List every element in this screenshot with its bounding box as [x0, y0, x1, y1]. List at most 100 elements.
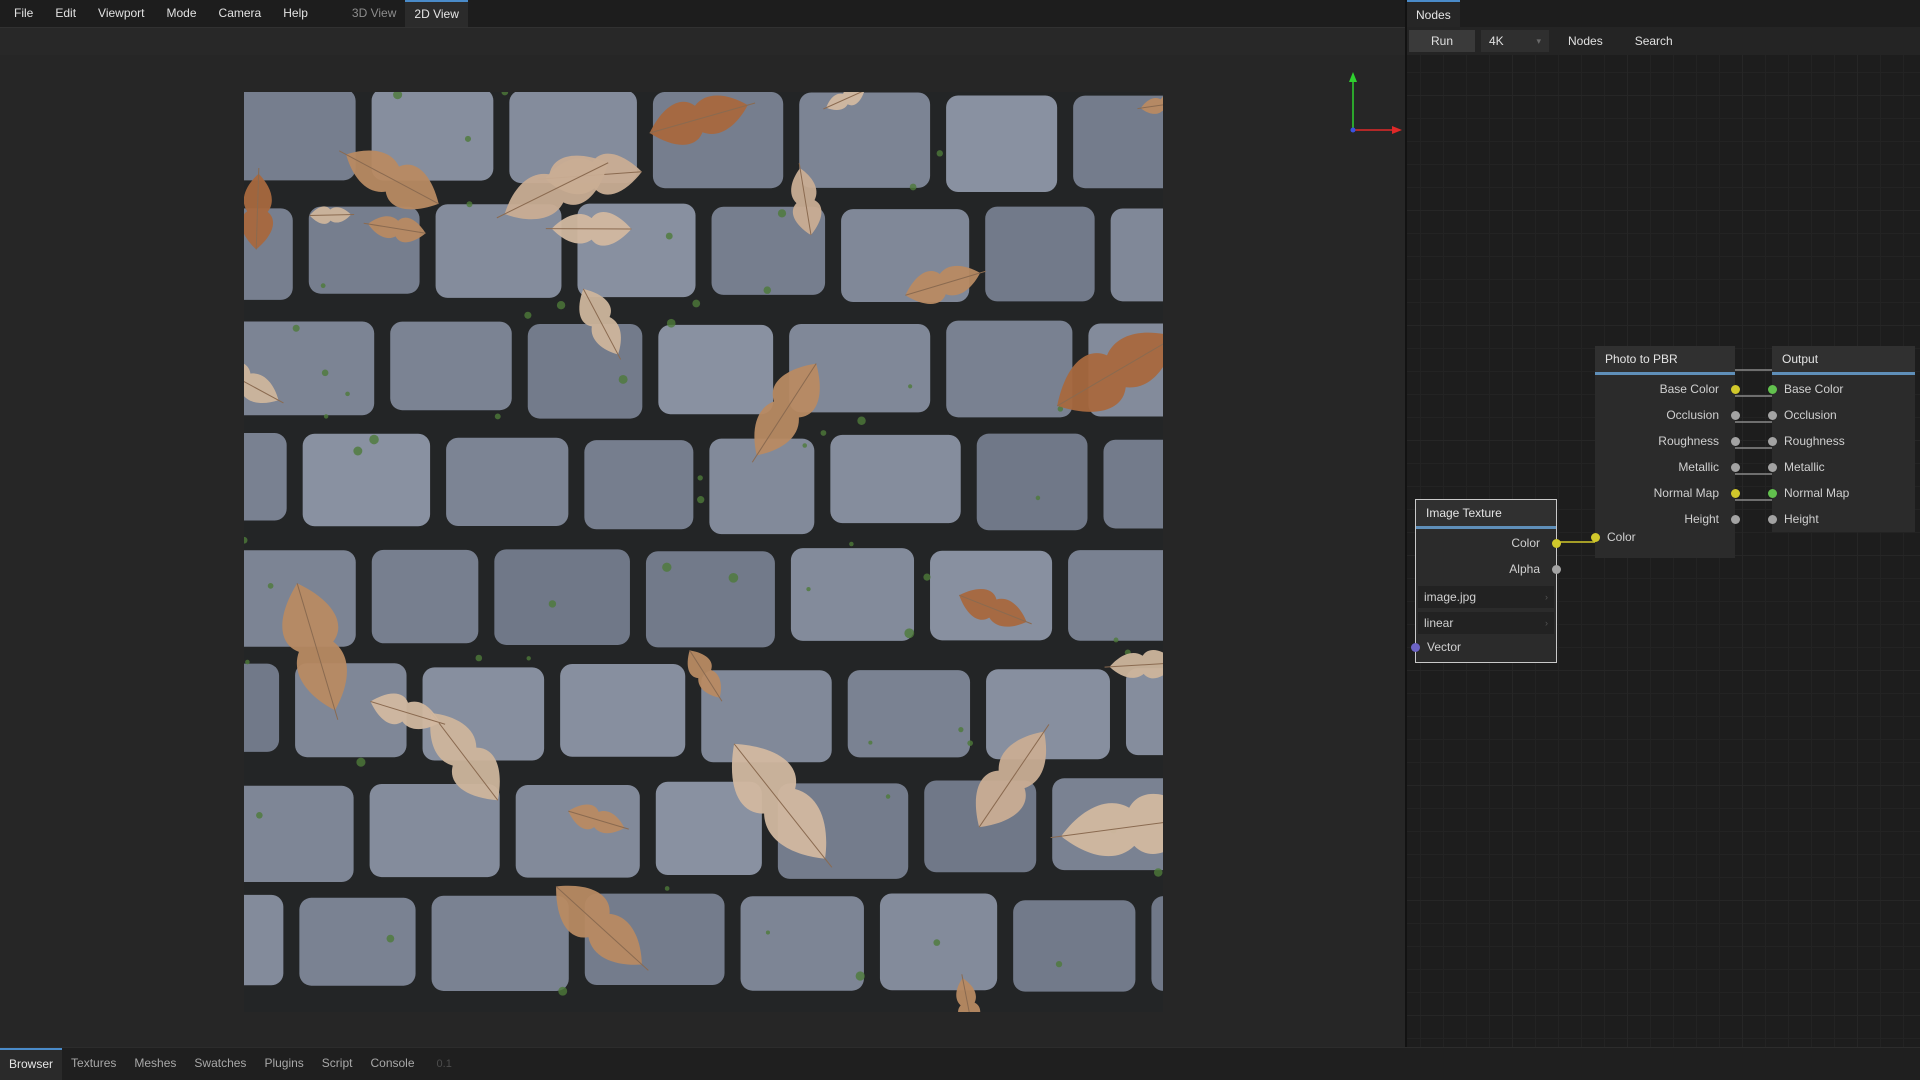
output-color-label: Color [1511, 536, 1540, 550]
cobblestone [847, 670, 971, 758]
input-vector-label: Vector [1427, 640, 1462, 654]
tab-console[interactable]: Console [361, 1048, 423, 1080]
cobblestone [244, 894, 284, 986]
input-metallic-label: Metallic [1784, 460, 1825, 474]
cobblestone [435, 204, 562, 298]
menu-mode[interactable]: Mode [156, 0, 208, 27]
cobblestone [790, 548, 915, 641]
run-button[interactable]: Run [1409, 30, 1475, 52]
node-image-texture[interactable]: Image Texture Color Alpha image.jpg › li… [1411, 499, 1561, 663]
cobblestone [244, 785, 354, 883]
output-occlusion-socket[interactable] [1731, 411, 1740, 420]
cobblestone [946, 320, 1073, 418]
cobblestone [369, 784, 500, 878]
view-tabs: 3D View 2D View [343, 0, 468, 27]
input-color-label: Color [1607, 530, 1636, 544]
input-color-socket[interactable] [1591, 533, 1600, 542]
output-alpha-socket[interactable] [1552, 565, 1561, 574]
output-metallic-label: Metallic [1678, 460, 1719, 474]
cobblestone [560, 663, 686, 757]
menu-camera[interactable]: Camera [208, 0, 273, 27]
input-occlusion-socket[interactable] [1768, 411, 1777, 420]
cobblestone [658, 324, 774, 415]
cobblestone [515, 785, 640, 878]
cobblestone [244, 92, 356, 181]
node-graph-canvas[interactable]: Image Texture Color Alpha image.jpg › li… [1407, 55, 1920, 1047]
input-occlusion-label: Occlusion [1784, 408, 1837, 422]
texture-preview[interactable] [244, 92, 1163, 1012]
cobblestone [830, 434, 961, 524]
tab-3d-view[interactable]: 3D View [343, 0, 405, 27]
input-normal-map-socket[interactable] [1768, 489, 1777, 498]
output-height-socket[interactable] [1731, 515, 1740, 524]
output-color-socket[interactable] [1552, 539, 1561, 548]
node-title: Output [1772, 346, 1915, 375]
cobblestone [799, 92, 931, 188]
resolution-value: 4K [1489, 34, 1504, 48]
cobblestone [701, 670, 832, 763]
cobblestone [946, 95, 1058, 193]
interpolation-select[interactable]: linear › [1418, 612, 1554, 634]
cobblestone [1125, 668, 1163, 756]
image-file-select[interactable]: image.jpg › [1418, 586, 1554, 608]
output-roughness-label: Roughness [1658, 434, 1719, 448]
nodes-menu-button[interactable]: Nodes [1555, 30, 1616, 52]
node-toolbar: Run 4K ▾ Nodes Search [1407, 27, 1920, 55]
cobblestone [371, 549, 479, 644]
menu-edit[interactable]: Edit [44, 0, 87, 27]
chevron-down-icon: ▾ [1536, 36, 1541, 46]
input-base-color-label: Base Color [1784, 382, 1844, 396]
chevron-down-icon: › [1545, 618, 1548, 628]
cobblestone [976, 433, 1088, 531]
cobblestone-texture-image [244, 92, 1163, 1012]
node-title: Photo to PBR [1595, 346, 1735, 375]
tab-meshes[interactable]: Meshes [125, 1048, 185, 1080]
cobblestone [244, 663, 280, 752]
resolution-select[interactable]: 4K ▾ [1481, 30, 1549, 52]
cobblestone [1013, 900, 1136, 992]
input-metallic-socket[interactable] [1768, 463, 1777, 472]
cobblestone [1103, 439, 1163, 529]
tab-script[interactable]: Script [313, 1048, 362, 1080]
node-title: Image Texture [1416, 500, 1556, 529]
search-button[interactable]: Search [1622, 30, 1686, 52]
tab-swatches[interactable]: Swatches [185, 1048, 255, 1080]
cobblestone [986, 669, 1110, 760]
cobblestone [1110, 208, 1163, 302]
node-panel-header: Nodes [1407, 0, 1920, 27]
input-normal-map-label: Normal Map [1784, 486, 1850, 500]
menu-bar: File Edit Viewport Mode Camera Help 3D V… [0, 0, 1405, 27]
cobblestone [390, 321, 512, 411]
output-base-color-socket[interactable] [1731, 385, 1740, 394]
cobblestone [299, 897, 416, 986]
output-base-color-label: Base Color [1659, 382, 1719, 396]
input-roughness-socket[interactable] [1768, 437, 1777, 446]
node-photo-to-pbr[interactable]: Photo to PBR Base Color Occlusion Roughnes… [1591, 346, 1740, 558]
axis-gizmo[interactable] [1343, 70, 1405, 140]
cobblestone [244, 433, 287, 521]
menu-viewport[interactable]: Viewport [87, 0, 155, 27]
tab-2d-view[interactable]: 2D View [405, 0, 468, 27]
cobblestone [494, 549, 630, 645]
tab-textures[interactable]: Textures [62, 1048, 125, 1080]
cobblestone [302, 433, 431, 527]
cobblestone [446, 437, 569, 526]
output-roughness-socket[interactable] [1731, 437, 1740, 446]
tab-nodes[interactable]: Nodes [1407, 0, 1460, 27]
input-vector-socket[interactable] [1411, 643, 1420, 652]
output-normal-map-socket[interactable] [1731, 489, 1740, 498]
viewport-toolbar [0, 27, 1405, 55]
cobblestone [1068, 550, 1163, 641]
menu-file[interactable]: File [0, 0, 44, 27]
node-output[interactable]: Output Base Color Occlusion Roughness Metal… [1768, 346, 1915, 532]
viewport-2d[interactable] [0, 55, 1405, 1047]
output-normal-map-label: Normal Map [1653, 486, 1719, 500]
input-height-socket[interactable] [1768, 515, 1777, 524]
menu-help[interactable]: Help [272, 0, 319, 27]
input-base-color-socket[interactable] [1768, 385, 1777, 394]
output-occlusion-label: Occlusion [1666, 408, 1719, 422]
version-label: 0.1 [436, 1058, 452, 1070]
output-metallic-socket[interactable] [1731, 463, 1740, 472]
tab-plugins[interactable]: Plugins [255, 1048, 312, 1080]
tab-browser[interactable]: Browser [0, 1048, 63, 1080]
